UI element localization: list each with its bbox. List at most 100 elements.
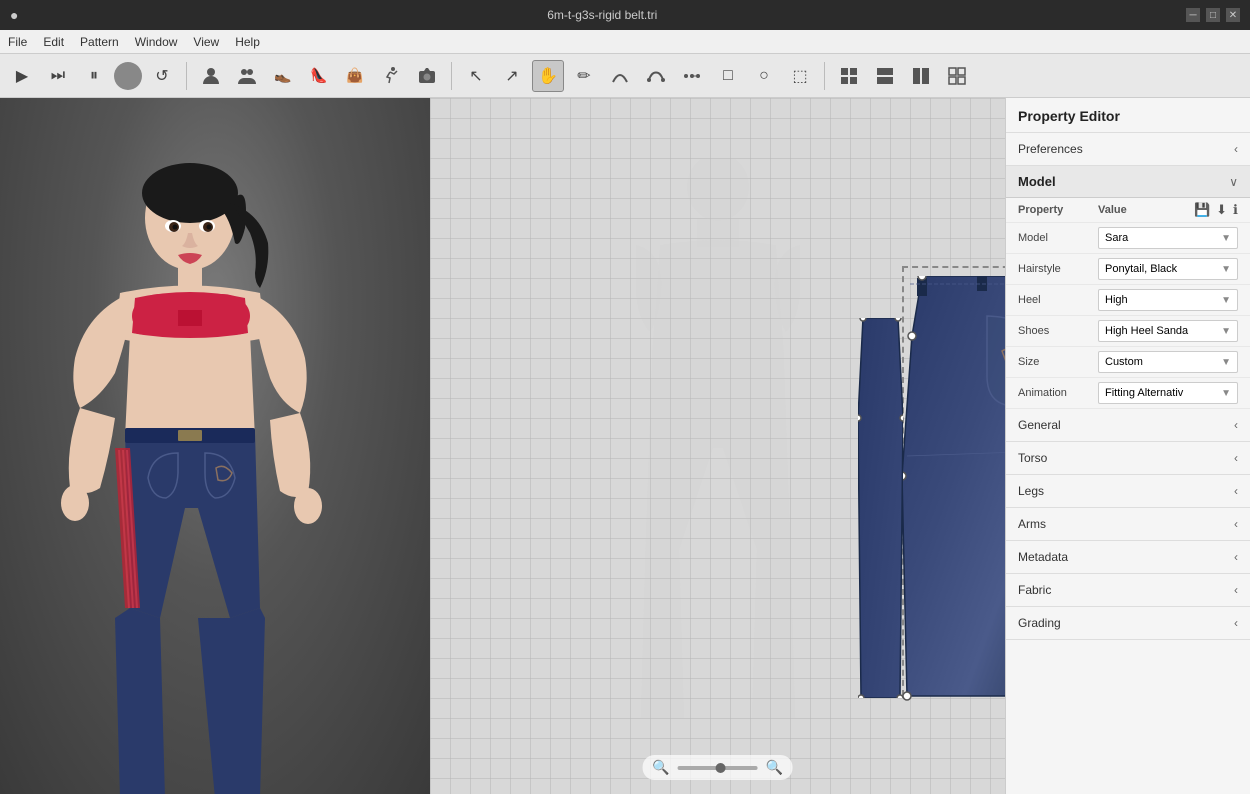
metadata-label: Metadata — [1018, 550, 1068, 564]
grading-section[interactable]: Grading ‹ — [1006, 607, 1250, 640]
prop-size-value[interactable]: Custom ▼ — [1098, 351, 1238, 373]
fabric-section[interactable]: Fabric ‹ — [1006, 574, 1250, 607]
legs-section[interactable]: Legs ‹ — [1006, 475, 1250, 508]
zoom-bar: 🔍 🔍 — [642, 755, 793, 780]
prop-heel-text: High — [1105, 294, 1128, 306]
preferences-label: Preferences — [1018, 142, 1083, 156]
torso-section[interactable]: Torso ‹ — [1006, 442, 1250, 475]
info-prop-icon[interactable]: ℹ — [1233, 202, 1238, 218]
separator-2 — [451, 62, 452, 90]
rectsel-button[interactable]: ⬚ — [784, 60, 816, 92]
viewport-3d[interactable] — [0, 98, 430, 794]
pattern-area[interactable]: 🔍 🔍 — [430, 98, 1005, 794]
zoom-slider[interactable] — [678, 766, 758, 770]
shoe-button[interactable]: 👞 — [267, 60, 299, 92]
prop-model-value[interactable]: Sara ▼ — [1098, 227, 1238, 249]
panel-title: Property Editor — [1018, 108, 1120, 124]
circle-button[interactable]: ○ — [748, 60, 780, 92]
prop-shoes-arrow: ▼ — [1221, 326, 1231, 337]
reset-button[interactable]: ↺ — [146, 60, 178, 92]
avatar-button[interactable] — [195, 60, 227, 92]
prop-animation: Animation Fitting Alternativ ▼ — [1006, 378, 1250, 409]
pattern-piece-left-front[interactable] — [902, 276, 1005, 706]
prop-hairstyle-value[interactable]: Ponytail, Black ▼ — [1098, 258, 1238, 280]
prop-shoes-value[interactable]: High Heel Sanda ▼ — [1098, 320, 1238, 342]
rect-button[interactable]: □ — [712, 60, 744, 92]
prop-column-headers: Property Value 💾 ⬇ ℹ — [1006, 198, 1250, 223]
pen-button[interactable]: ✏ — [568, 60, 600, 92]
prop-animation-text: Fitting Alternativ — [1105, 387, 1183, 399]
main-area: 🔍 🔍 Property Editor Preferences ‹ Model … — [0, 98, 1250, 794]
maximize-button[interactable]: □ — [1206, 8, 1220, 22]
grid1-button[interactable] — [833, 60, 865, 92]
menu-edit[interactable]: Edit — [43, 35, 64, 49]
curve-button[interactable] — [604, 60, 636, 92]
avatar2-button[interactable] — [231, 60, 263, 92]
model-section-header[interactable]: Model ∨ — [1006, 166, 1250, 198]
legs-chevron: ‹ — [1234, 484, 1238, 498]
separator-3 — [824, 62, 825, 90]
window-title: 6m-t-g3s-rigid belt.tri — [18, 8, 1186, 22]
menu-view[interactable]: View — [193, 35, 219, 49]
metadata-section[interactable]: Metadata ‹ — [1006, 541, 1250, 574]
dotpen-button[interactable] — [676, 60, 708, 92]
menu-window[interactable]: Window — [135, 35, 178, 49]
toolbar: ▶ ⏭ ⏸ ↺ 👞 👠 👜 ↖ ↗ ✋ ✏ □ ○ ⬚ — [0, 54, 1250, 98]
prop-animation-label: Animation — [1018, 387, 1098, 399]
select-button[interactable]: ↖ — [460, 60, 492, 92]
walk-button[interactable] — [375, 60, 407, 92]
prop-hairstyle-label: Hairstyle — [1018, 263, 1098, 275]
menubar: File Edit Pattern Window View Help — [0, 30, 1250, 54]
prop-hairstyle-text: Ponytail, Black — [1105, 263, 1177, 275]
camera-button[interactable] — [411, 60, 443, 92]
prop-heel: Heel High ▼ — [1006, 285, 1250, 316]
download-prop-icon[interactable]: ⬇ — [1216, 202, 1227, 218]
bezier-button[interactable] — [640, 60, 672, 92]
prop-action-icons: 💾 ⬇ ℹ — [1194, 202, 1238, 218]
grading-chevron: ‹ — [1234, 616, 1238, 630]
prop-heel-label: Heel — [1018, 294, 1098, 306]
prop-model: Model Sara ▼ — [1006, 223, 1250, 254]
close-button[interactable]: ✕ — [1226, 8, 1240, 22]
menu-help[interactable]: Help — [235, 35, 260, 49]
prop-animation-value[interactable]: Fitting Alternativ ▼ — [1098, 382, 1238, 404]
window-controls: ─ □ ✕ — [1186, 8, 1240, 22]
menu-pattern[interactable]: Pattern — [80, 35, 119, 49]
zoom-out-icon[interactable]: 🔍 — [652, 759, 669, 776]
pause-button[interactable]: ⏸ — [78, 60, 110, 92]
grid4-button[interactable] — [941, 60, 973, 92]
grid2-button[interactable] — [869, 60, 901, 92]
fabric-chevron: ‹ — [1234, 583, 1238, 597]
move-button[interactable]: ✋ — [532, 60, 564, 92]
prop-shoes: Shoes High Heel Sanda ▼ — [1006, 316, 1250, 347]
record-button[interactable] — [114, 62, 142, 90]
general-section[interactable]: General ‹ — [1006, 409, 1250, 442]
zoom-slider-thumb[interactable] — [716, 763, 726, 773]
arms-section[interactable]: Arms ‹ — [1006, 508, 1250, 541]
torso-chevron: ‹ — [1234, 451, 1238, 465]
zoom-in-icon[interactable]: 🔍 — [766, 759, 783, 776]
next-button[interactable]: ⏭ — [42, 60, 74, 92]
pattern-piece-side-left[interactable] — [858, 318, 903, 698]
arms-label: Arms — [1018, 517, 1046, 531]
prop-hairstyle-arrow: ▼ — [1221, 264, 1231, 275]
grid3-button[interactable] — [905, 60, 937, 92]
prop-heel-value[interactable]: High ▼ — [1098, 289, 1238, 311]
preferences-section[interactable]: Preferences ‹ — [1006, 133, 1250, 166]
model-section-chevron: ∨ — [1229, 175, 1238, 189]
menu-file[interactable]: File — [8, 35, 27, 49]
prop-hairstyle: Hairstyle Ponytail, Black ▼ — [1006, 254, 1250, 285]
select2-button[interactable]: ↗ — [496, 60, 528, 92]
prop-model-label: Model — [1018, 232, 1098, 244]
prop-shoes-label: Shoes — [1018, 325, 1098, 337]
play-button[interactable]: ▶ — [6, 60, 38, 92]
prop-heel-arrow: ▼ — [1221, 295, 1231, 306]
heel-button[interactable]: 👠 — [303, 60, 335, 92]
save-prop-icon[interactable]: 💾 — [1194, 202, 1210, 218]
bag-button[interactable]: 👜 — [339, 60, 371, 92]
separator-1 — [186, 62, 187, 90]
grading-label: Grading — [1018, 616, 1061, 630]
minimize-button[interactable]: ─ — [1186, 8, 1200, 22]
prop-model-text: Sara — [1105, 232, 1128, 244]
property-editor-panel: Property Editor Preferences ‹ Model ∨ Pr… — [1005, 98, 1250, 794]
